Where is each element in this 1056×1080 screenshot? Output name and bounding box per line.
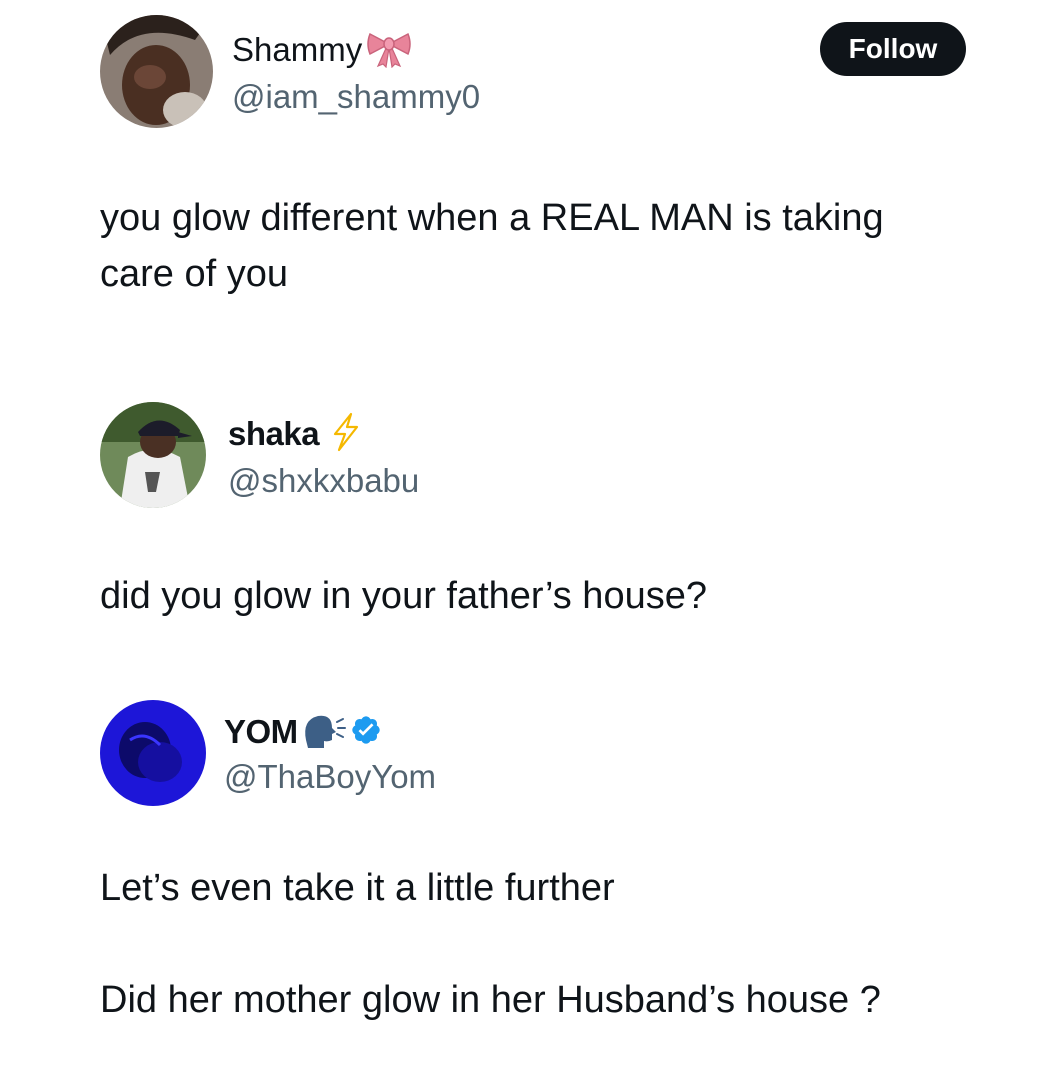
avatar[interactable] — [100, 15, 213, 128]
avatar[interactable] — [100, 700, 206, 806]
follow-button[interactable]: Follow — [820, 22, 966, 76]
display-name[interactable]: YOM — [224, 713, 298, 751]
display-name[interactable]: shaka — [228, 415, 320, 453]
author-name-row: shaka — [228, 412, 361, 456]
post-text: you glow different when a REAL MAN is ta… — [100, 197, 884, 295]
author-name-row: Shammy — [232, 28, 412, 72]
post-text: Let’s even take it a little further Did … — [100, 867, 881, 1021]
post-shaka: shaka @shxkxbabu did you glow in your fa… — [0, 390, 1056, 650]
avatar[interactable] — [100, 402, 206, 508]
author-handle[interactable]: @ThaBoyYom — [224, 758, 436, 796]
post-shammy: Shammy @iam_shammy0 Follow you glow diff… — [0, 0, 1056, 340]
display-name[interactable]: Shammy — [232, 31, 362, 69]
post-yom: YOM @ThaBoyYom Let’s even take it a litt… — [0, 690, 1056, 1080]
lightning-emoji-icon — [331, 412, 361, 457]
speaking-head-emoji-icon — [300, 710, 346, 755]
verified-badge-icon — [350, 714, 382, 751]
bow-emoji-icon — [366, 28, 412, 73]
author-name-row: YOM — [224, 710, 382, 754]
author-handle[interactable]: @shxkxbabu — [228, 462, 419, 500]
author-handle[interactable]: @iam_shammy0 — [232, 78, 480, 116]
post-text: did you glow in your father’s house? — [100, 575, 707, 617]
